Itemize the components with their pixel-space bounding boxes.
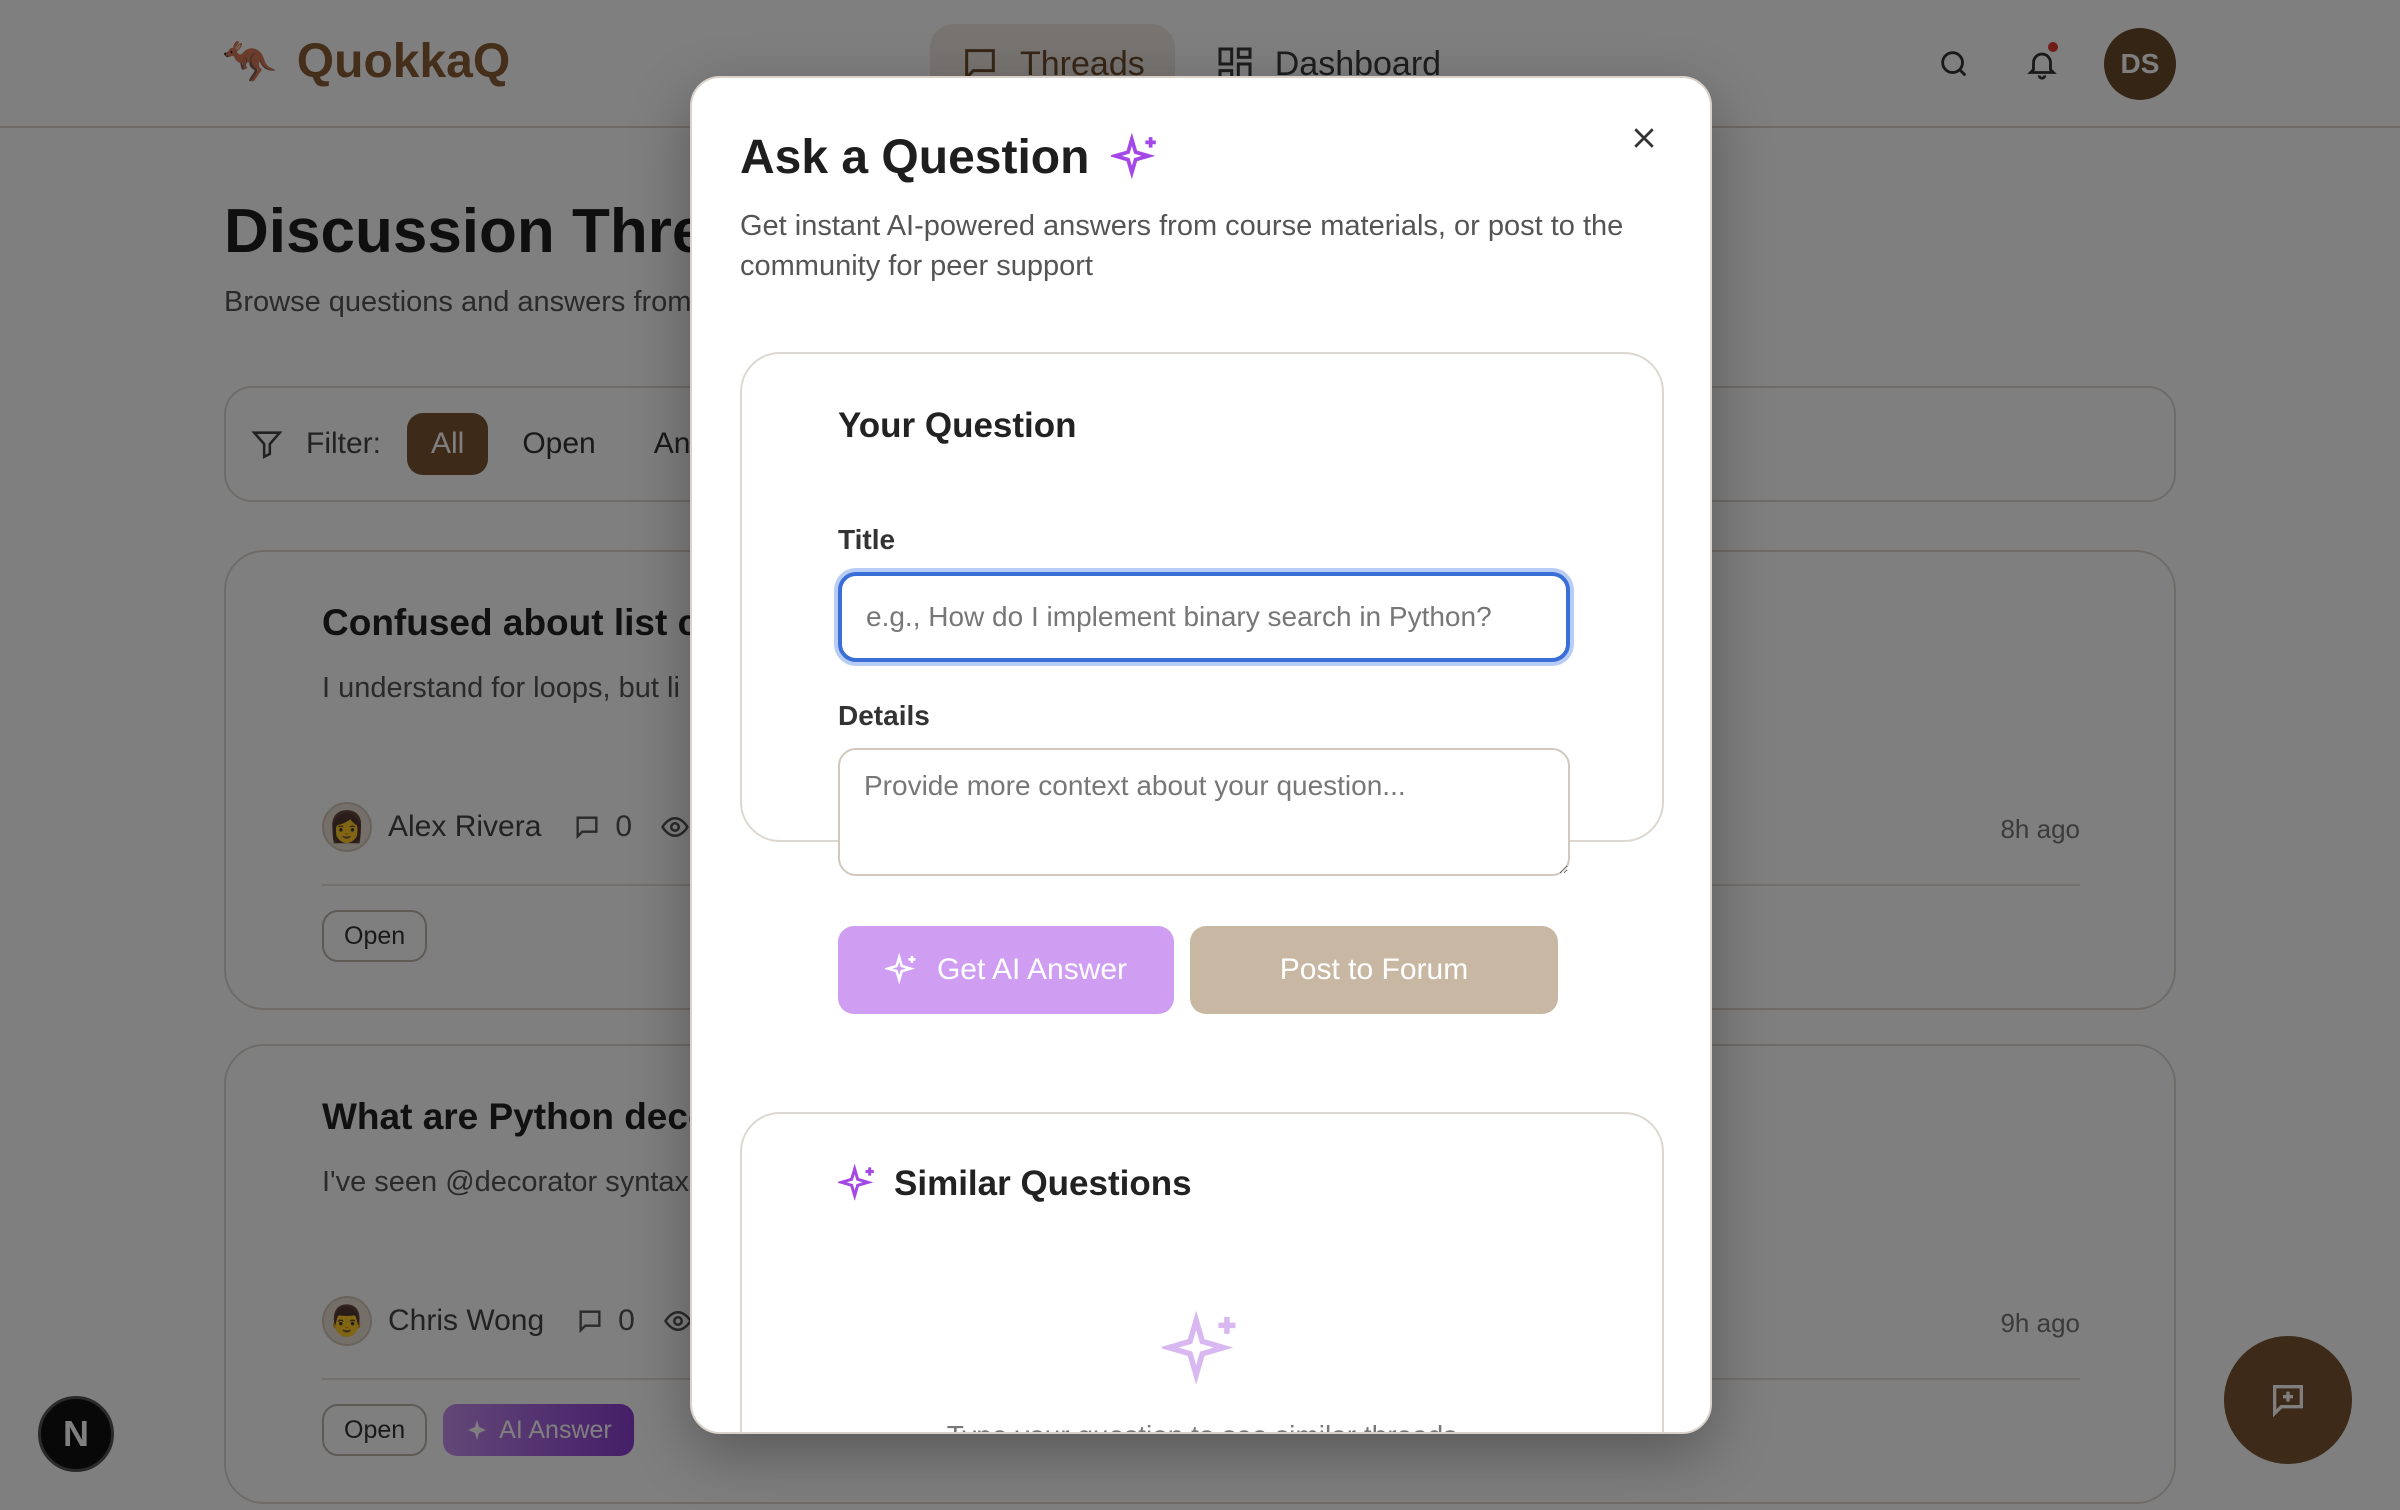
get-ai-answer-label: Get AI Answer [936,953,1128,986]
modal-description: Get instant AI-powered answers from cour… [740,210,1624,282]
similar-empty-hint: Type your question to see similar thread… [742,1420,1662,1432]
close-icon [1634,128,1654,148]
sparkle-icon [1111,132,1157,179]
similar-questions-panel: Similar Questions Type your question to … [740,1112,1664,1432]
modal-title: Ask a Question [740,130,1161,185]
similar-questions-title: Similar Questions [894,1164,1192,1203]
title-label: Title [838,524,896,555]
similar-questions-heading: Similar Questions [838,1164,1192,1204]
close-button[interactable] [1614,108,1674,168]
question-panel-heading: Your Question [838,406,1077,445]
sparkle-icon [884,953,916,985]
details-label: Details [838,700,930,731]
sparkle-empty-icon [1162,1310,1236,1385]
ask-question-modal: Ask a Question Get instant AI-powered an… [690,76,1712,1434]
modal-title-text: Ask a Question [740,131,1090,184]
title-input[interactable] [838,572,1570,662]
post-to-forum-button[interactable]: Post to Forum [1190,926,1558,1014]
get-ai-answer-button[interactable]: Get AI Answer [838,926,1174,1014]
details-textarea[interactable] [838,748,1570,876]
question-panel: Your Question Title Details Get AI Answe… [740,352,1664,1014]
sparkle-icon [838,1164,874,1202]
